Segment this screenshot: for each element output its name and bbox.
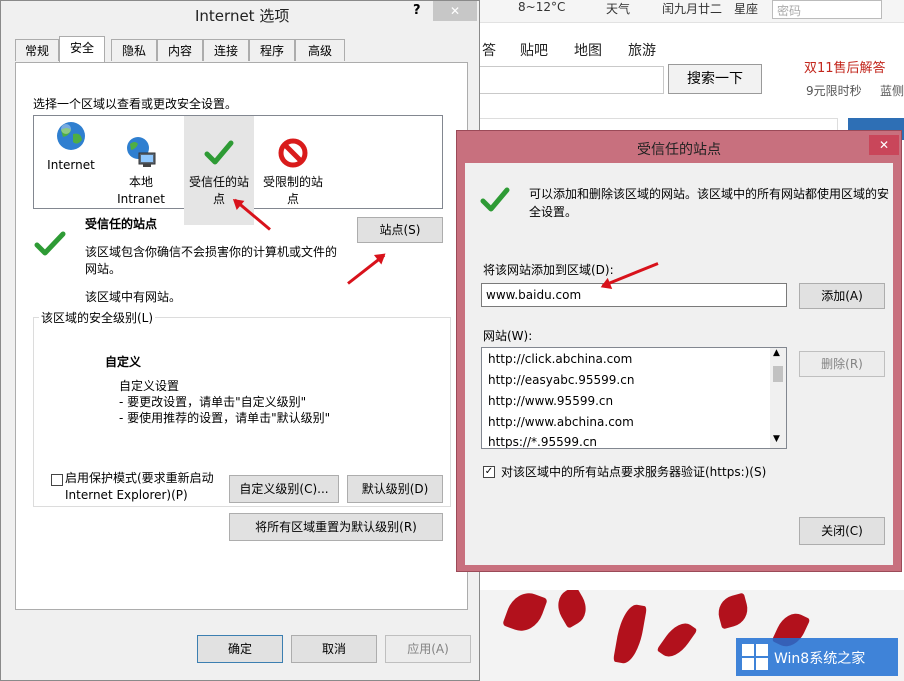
password-field[interactable]: 密码 (772, 0, 882, 19)
watermark-text: Win8系统之家 (774, 651, 866, 667)
nav-item-map[interactable]: 地图 (574, 40, 602, 60)
zone-intranet[interactable]: 本地 Intranet (106, 116, 176, 225)
trusted-sites-close-button[interactable]: ✕ (869, 135, 899, 155)
tab-programs[interactable]: 程序 (249, 39, 295, 61)
list-item[interactable]: http://www.abchina.com (488, 415, 634, 429)
custom-title: 自定义 (105, 355, 142, 369)
scroll-down-icon[interactable]: ▼ (773, 434, 780, 444)
nav-item[interactable]: 答 (482, 40, 496, 60)
selected-zone-title: 受信任的站点 (85, 217, 158, 231)
ok-button[interactable]: 确定 (197, 635, 283, 663)
selected-zone-description: 该区域包含你确信不会损害你的计算机或文件的网站。 (85, 245, 338, 276)
close-icon: ✕ (878, 138, 890, 152)
intranet-icon (127, 137, 156, 167)
trusted-sites-info: 可以添加和删除该区域的网站。该区域中的所有网站都使用区域的安全设置。 (529, 187, 890, 219)
add-site-label: 将该网站添加到区域(D): (483, 263, 614, 277)
custom-line-1: 自定义设置 (119, 379, 180, 393)
lunar-date: 闰九月廿二 (662, 2, 723, 16)
zone-label: 受限制的站 点 (262, 175, 323, 206)
zone-instruction: 选择一个区域以查看或更改安全设置。 (33, 97, 238, 111)
selected-zone-note: 该区域中有网站。 (85, 290, 182, 304)
websites-list[interactable]: http://click.abchina.com http://easyabc.… (481, 347, 787, 449)
weather-label: 天气 (606, 2, 631, 16)
watermark-logo: Win8系统之家 (736, 638, 898, 676)
cancel-button[interactable]: 取消 (291, 635, 377, 663)
scroll-up-icon[interactable]: ▲ (773, 348, 780, 358)
require-https-checkbox[interactable]: ✓ (483, 466, 495, 478)
windows-logo-icon (742, 644, 768, 670)
scrollbar-thumb[interactable] (773, 366, 783, 382)
tab-privacy[interactable]: 隐私 (111, 39, 157, 61)
tab-general[interactable]: 常规 (15, 39, 59, 61)
search-button[interactable]: 搜索一下 (668, 64, 762, 94)
restricted-icon (278, 138, 308, 168)
require-https-label: 对该区域中的所有站点要求服务器验证(https:)(S) (501, 465, 767, 479)
websites-label: 网站(W): (483, 329, 533, 343)
list-item[interactable]: https://*.95599.cn (488, 435, 597, 448)
zone-label: 受信任的站 点 (188, 175, 249, 206)
default-level-button[interactable]: 默认级别(D) (347, 475, 443, 503)
reset-all-zones-button[interactable]: 将所有区域重置为默认级别(R) (229, 513, 443, 541)
promo-sub2[interactable]: 蓝侧 (880, 82, 904, 99)
weather-temp: 8~12°C (518, 0, 566, 14)
nav-item-travel[interactable]: 旅游 (628, 40, 656, 60)
custom-level-button[interactable]: 自定义级别(C)... (229, 475, 339, 503)
trusted-sites-dialog: 受信任的站点 ✕ 可以添加和删除该区域的网站。该区域中的所有网站都使用区域的安全… (456, 130, 902, 572)
custom-line-3: - 要使用推荐的设置，请单击"默认级别" (119, 411, 331, 425)
list-item[interactable]: http://click.abchina.com (488, 352, 632, 366)
trusted-check-icon (34, 231, 66, 256)
tab-content[interactable]: 内容 (157, 39, 203, 61)
trusted-sites-body: 可以添加和删除该区域的网站。该区域中的所有网站都使用区域的安全设置。 将该网站添… (465, 163, 893, 565)
promo-sub[interactable]: 9元限时秒 (806, 82, 862, 99)
globe-icon (57, 122, 85, 150)
promo-title[interactable]: 双11售后解答 (804, 57, 886, 76)
zone-internet[interactable]: Internet (36, 116, 106, 174)
zone-label: 本地 Intranet (117, 175, 165, 206)
custom-line-2: - 要更改设置，请单击"自定义级别" (119, 395, 307, 409)
close-dialog-button[interactable]: 关闭(C) (799, 517, 885, 545)
close-icon: ✕ (449, 4, 461, 18)
sites-button[interactable]: 站点(S) (357, 217, 443, 243)
password-placeholder: 密码 (777, 4, 802, 18)
titlebar[interactable]: Internet 选项 ? ✕ (1, 1, 479, 31)
list-item[interactable]: http://www.95599.cn (488, 394, 613, 408)
tab-advanced[interactable]: 高级 (295, 39, 345, 61)
zone-label: Internet (47, 158, 95, 172)
add-site-input[interactable]: www.baidu.com (481, 283, 787, 307)
list-item[interactable]: http://easyabc.95599.cn (488, 373, 634, 387)
internet-options-dialog: Internet 选项 ? ✕ 常规 安全 隐私 内容 连接 程序 高级 选择一… (0, 0, 480, 681)
dialog-title: Internet 选项 (195, 7, 290, 25)
remove-button[interactable]: 删除(R) (799, 351, 885, 377)
tab-security[interactable]: 安全 (59, 36, 105, 62)
apply-button[interactable]: 应用(A) (385, 635, 471, 663)
zone-restricted-sites[interactable]: 受限制的站 点 (258, 116, 328, 225)
protected-mode-checkbox[interactable] (51, 474, 63, 486)
tab-connections[interactable]: 连接 (203, 39, 249, 61)
close-button[interactable]: ✕ (433, 1, 477, 21)
help-button[interactable]: ? (413, 3, 421, 18)
add-button[interactable]: 添加(A) (799, 283, 885, 309)
check-icon (204, 140, 234, 165)
weekday: 星座 (734, 2, 759, 16)
security-level-label: 该区域的安全级别(L) (39, 309, 156, 326)
check-icon (480, 187, 510, 212)
scrollbar[interactable]: ▲ ▼ (770, 348, 786, 448)
search-input[interactable] (478, 66, 664, 94)
nav-item-tieba[interactable]: 贴吧 (520, 40, 548, 60)
protected-mode-label: 启用保护模式(要求重新启动 Internet Explorer)(P) (65, 471, 214, 502)
trusted-sites-title: 受信任的站点 (637, 142, 721, 158)
